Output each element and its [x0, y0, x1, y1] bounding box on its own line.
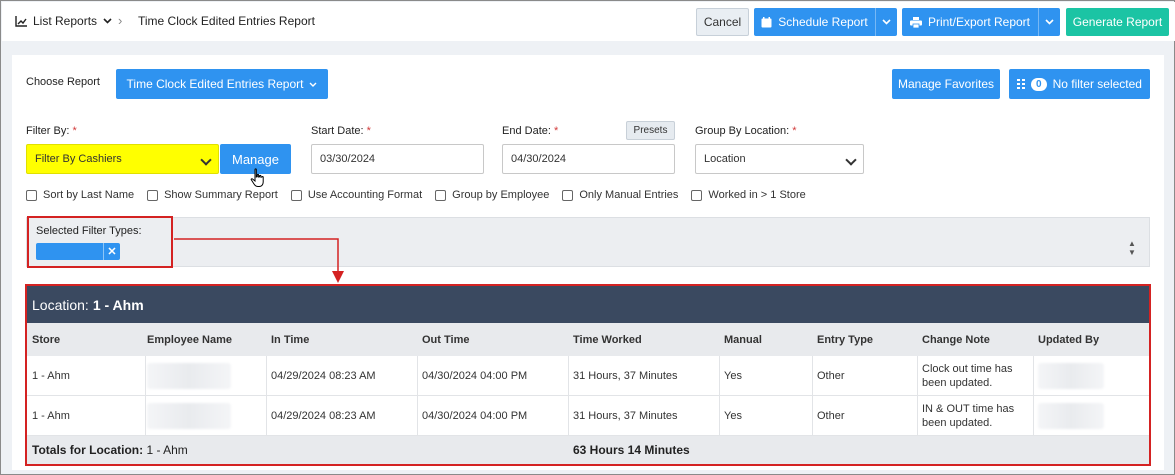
- change-note-cell: Clock out time has been updated.: [922, 363, 1013, 389]
- change-note-cell: IN & OUT time has been updated.: [922, 403, 1015, 429]
- top-bar: List Reports › Time Clock Edited Entries…: [2, 2, 1175, 41]
- filter-by-label: Filter By: *: [26, 125, 77, 137]
- totals-label: Totals for Location: 1 - Ahm: [32, 443, 188, 457]
- entry-type-cell: Other: [817, 370, 845, 382]
- list-reports-label: List Reports: [33, 14, 98, 28]
- column-divider: [266, 356, 267, 436]
- sort-by-last-name-checkbox[interactable]: Sort by Last Name: [26, 189, 134, 201]
- worked-multiple-stores-checkbox[interactable]: Worked in > 1 Store: [691, 189, 806, 201]
- grid-icon: [1017, 79, 1026, 89]
- generate-report-button[interactable]: Generate Report: [1066, 8, 1169, 36]
- start-date-input[interactable]: 03/30/2024: [311, 144, 484, 174]
- in-time-cell: 04/29/2024 08:23 AM: [271, 370, 376, 382]
- column-divider: [812, 356, 813, 436]
- store-cell: 1 - Ahm: [32, 370, 70, 382]
- column-header: Entry Type: [817, 333, 874, 346]
- out-time-cell: 04/30/2024 04:00 PM: [422, 410, 528, 422]
- chart-icon: [15, 15, 27, 27]
- manage-favorites-button[interactable]: Manage Favorites: [892, 69, 1000, 99]
- redacted-updated-by: [1038, 363, 1104, 389]
- column-divider: [1033, 356, 1034, 436]
- filter-by-select[interactable]: Filter By Cashiers: [26, 144, 219, 174]
- time-worked-cell: 31 Hours, 37 Minutes: [573, 410, 678, 422]
- presets-button[interactable]: Presets: [626, 121, 675, 140]
- schedule-report-button[interactable]: Schedule Report: [754, 8, 897, 36]
- only-manual-entries-checkbox[interactable]: Only Manual Entries: [562, 189, 678, 201]
- column-header: In Time: [271, 333, 310, 346]
- totals-row: Totals for Location: 1 - Ahm 63 Hours 14…: [27, 436, 1149, 464]
- report-panel: Choose Report Time Clock Edited Entries …: [12, 55, 1164, 470]
- in-time-cell: 04/29/2024 08:23 AM: [271, 410, 376, 422]
- accounting-format-checkbox[interactable]: Use Accounting Format: [290, 189, 422, 201]
- choose-report-label: Choose Report: [26, 76, 100, 88]
- start-date-label: Start Date: *: [311, 125, 371, 137]
- filter-status-label: No filter selected: [1052, 77, 1142, 91]
- chevron-down-icon: [882, 19, 891, 25]
- schedule-dropdown-toggle[interactable]: [875, 8, 897, 36]
- column-divider: [568, 356, 569, 436]
- entry-type-cell: Other: [817, 410, 845, 422]
- print-export-label: Print/Export Report: [927, 15, 1031, 29]
- report-select-label: Time Clock Edited Entries Report: [126, 77, 304, 91]
- group-by-location-select[interactable]: Location: [695, 144, 864, 174]
- column-divider: [917, 356, 918, 436]
- out-time-cell: 04/30/2024 04:00 PM: [422, 370, 528, 382]
- chevron-down-icon: [1045, 19, 1054, 25]
- column-divider: [417, 356, 418, 436]
- breadcrumb-current: Time Clock Edited Entries Report: [138, 14, 315, 28]
- chevron-down-icon: [103, 18, 112, 24]
- print-dropdown-toggle[interactable]: [1038, 8, 1060, 36]
- store-cell: 1 - Ahm: [32, 410, 70, 422]
- end-date-label: End Date: *: [502, 125, 559, 137]
- schedule-report-label: Schedule Report: [778, 15, 868, 29]
- chevron-down-icon: [309, 82, 317, 87]
- end-date-input[interactable]: 04/30/2024: [502, 144, 675, 174]
- table-header: Store Employee Name In Time Out Time Tim…: [27, 323, 1149, 356]
- scroll-spinner-icon[interactable]: ▲ ▼: [1128, 239, 1136, 257]
- redacted-employee: [147, 403, 231, 429]
- list-reports-menu[interactable]: List Reports: [15, 14, 112, 28]
- table-row: 1 - Ahm 04/29/2024 08:23 AM 04/30/2024 0…: [27, 396, 1149, 436]
- print-export-button[interactable]: Print/Export Report: [902, 8, 1060, 36]
- redacted-updated-by: [1038, 403, 1104, 429]
- column-header: Time Worked: [573, 333, 642, 346]
- selected-filter-area[interactable]: [26, 217, 1150, 267]
- filter-count-badge: 0: [1031, 77, 1047, 91]
- app-window: List Reports › Time Clock Edited Entries…: [0, 0, 1175, 475]
- table-row: 1 - Ahm 04/29/2024 08:23 AM 04/30/2024 0…: [27, 356, 1149, 396]
- column-header: Employee Name: [147, 333, 232, 346]
- time-worked-cell: 31 Hours, 37 Minutes: [573, 370, 678, 382]
- column-divider: [145, 356, 146, 436]
- column-header: Manual: [724, 333, 762, 346]
- manual-cell: Yes: [724, 410, 742, 422]
- report-options: Sort by Last Name Show Summary Report Us…: [26, 189, 806, 201]
- chevron-right-icon: ›: [118, 13, 123, 28]
- column-header: Store: [32, 333, 61, 346]
- filter-status-button[interactable]: 0 No filter selected: [1009, 69, 1150, 99]
- totals-time-worked: 63 Hours 14 Minutes: [573, 443, 690, 457]
- calendar-icon: [761, 16, 772, 27]
- redacted-employee: [147, 363, 231, 389]
- column-divider: [719, 356, 720, 436]
- show-summary-checkbox[interactable]: Show Summary Report: [147, 189, 278, 201]
- cancel-button[interactable]: Cancel: [696, 8, 749, 36]
- group-by-location-label: Group By Location: *: [695, 125, 797, 137]
- column-header: Change Note: [922, 333, 990, 346]
- report-select-button[interactable]: Time Clock Edited Entries Report: [116, 69, 328, 99]
- manual-cell: Yes: [724, 370, 742, 382]
- column-header: Out Time: [422, 333, 470, 346]
- highlight-box: [27, 216, 173, 268]
- location-header: Location: 1 - Ahm: [27, 286, 1149, 323]
- column-header: Updated By: [1038, 333, 1100, 346]
- hand-cursor-icon: [250, 168, 264, 187]
- printer-icon: [909, 16, 922, 28]
- group-by-employee-checkbox[interactable]: Group by Employee: [435, 189, 549, 201]
